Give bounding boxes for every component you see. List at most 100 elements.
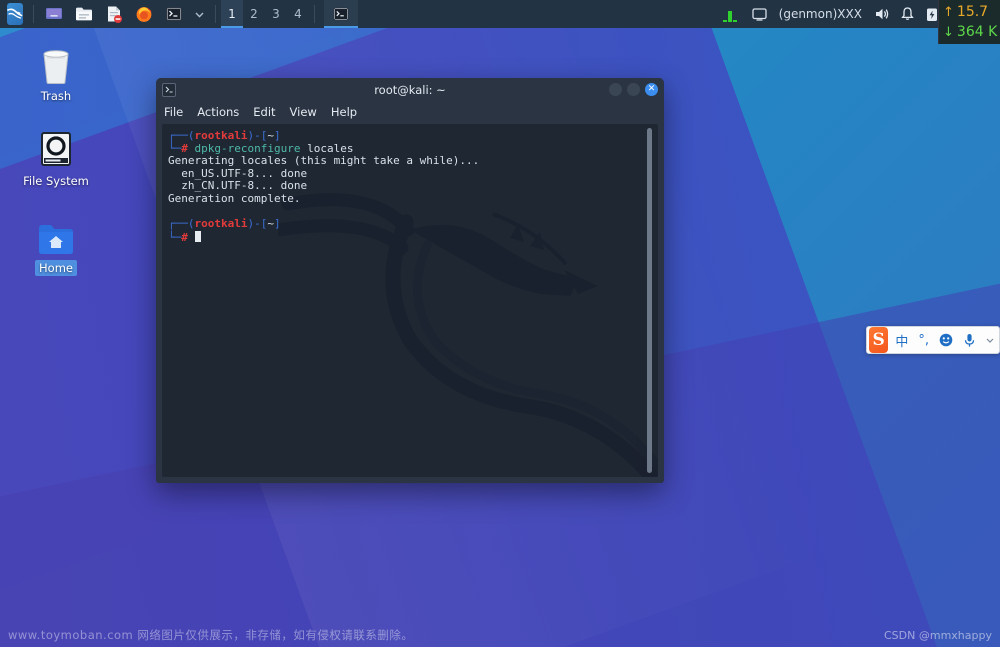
battery-icon: [926, 7, 938, 22]
menu-item-actions[interactable]: Actions: [197, 105, 239, 119]
terminal-window[interactable]: root@kali: ~ ✕ File Actions Edit View He…: [156, 78, 664, 483]
desktop-icon-label: Trash: [37, 88, 75, 104]
watermark-left: www.toymoban.com 网络图片仅供展示，非存储，如有侵权请联系删除。: [8, 627, 413, 643]
task-terminal[interactable]: [324, 0, 358, 28]
prompt-path: ~: [267, 129, 274, 142]
prompt2-hash: #: [181, 231, 188, 244]
terminal-scrollbar[interactable]: [647, 128, 652, 473]
terminal-command: dpkg-reconfigure: [195, 142, 301, 155]
output-line-0: Generating locales (this might take a wh…: [168, 154, 479, 167]
arrow-up-icon: ↑: [943, 5, 954, 20]
window-title: root@kali: ~: [156, 83, 664, 97]
workspace-3[interactable]: 3: [265, 0, 287, 28]
window-controls[interactable]: ✕: [609, 83, 658, 96]
desktop-icon-label: Home: [35, 260, 77, 276]
sogou-input-method-bar[interactable]: S 中 °,: [866, 326, 1000, 354]
window-task-list[interactable]: [324, 0, 358, 28]
prompt2-user: root: [195, 217, 222, 230]
terminal-output: ┌──(root㈟kali)-[~] └─# dpkg-reconfigure …: [168, 130, 634, 244]
maximize-button[interactable]: [627, 83, 640, 96]
terminal-body[interactable]: ┌──(root㈟kali)-[~] └─# dpkg-reconfigure …: [162, 124, 658, 477]
prompt2-paren-open: (: [188, 217, 195, 230]
output-line-2: zh_CN.UTF-8... done: [168, 179, 307, 192]
display-settings-icon: [44, 4, 64, 24]
speaker-icon[interactable]: [869, 0, 894, 28]
desktop-icon-home[interactable]: Home: [10, 212, 102, 276]
terminal-command-arg: locales: [307, 142, 353, 155]
firefox-icon: [134, 4, 154, 24]
watermark-right: CSDN @mmxhappy: [884, 629, 992, 642]
genmon-display-icon[interactable]: [747, 0, 772, 28]
prompt2-host: kali: [221, 217, 248, 230]
terminal-cursor: [195, 231, 201, 242]
hard-drive-icon: [10, 125, 102, 169]
menu-item-edit[interactable]: Edit: [253, 105, 275, 119]
prompt2-path: ~: [267, 217, 274, 230]
network-speed-popup[interactable]: ↑ 15.7 ↓ 364 K: [938, 0, 1000, 44]
prompt-branch-bottom: └─: [168, 142, 181, 155]
kali-dragon-icon: [7, 3, 23, 25]
workspace-4[interactable]: 4: [287, 0, 309, 28]
prompt-bracket-close: ]: [274, 129, 281, 142]
speaker-icon: [874, 7, 889, 21]
prompt-paren-open: (: [188, 129, 195, 142]
top-panel[interactable]: 1 2 3 4 (genmon)XXX: [0, 0, 1000, 28]
prompt-hash: #: [181, 142, 188, 155]
bell-icon[interactable]: [896, 0, 919, 28]
scrollbar-thumb[interactable]: [647, 128, 652, 473]
home-folder-icon: [10, 212, 102, 256]
genmon-label[interactable]: (genmon)XXX: [774, 0, 867, 28]
close-button[interactable]: ✕: [645, 83, 658, 96]
quicklaunch-more[interactable]: [189, 0, 210, 28]
quicklaunch-firefox[interactable]: [129, 0, 159, 28]
chinese-mode-toggle[interactable]: 中: [890, 331, 913, 350]
terminal-icon: [162, 83, 176, 97]
output-line-3: Generation complete.: [168, 192, 300, 205]
panel-separator: [33, 5, 34, 23]
quicklaunch-display[interactable]: [39, 0, 69, 28]
microphone-icon[interactable]: [958, 333, 981, 348]
terminal-menubar[interactable]: File Actions Edit View Help: [156, 101, 664, 123]
minimize-button[interactable]: [609, 83, 622, 96]
prompt2-bracket-close: ]: [274, 217, 281, 230]
terminal-icon: [164, 4, 184, 24]
prompt-host: kali: [221, 129, 248, 142]
prompt-dash: -: [254, 129, 261, 142]
quicklaunch-terminal[interactable]: [159, 0, 189, 28]
file-manager-icon: [74, 4, 94, 24]
prompt2-branch-bottom: └─: [168, 231, 181, 244]
desktop-icon-trash[interactable]: Trash: [10, 40, 102, 104]
download-value: 364 K: [957, 24, 997, 40]
punctuation-toggle[interactable]: °,: [913, 333, 934, 348]
menu-item-view[interactable]: View: [290, 105, 317, 119]
trash-icon: [10, 40, 102, 84]
panel-separator: [314, 5, 315, 23]
monitor-icon: [752, 8, 767, 21]
quicklaunch-file-manager[interactable]: [69, 0, 99, 28]
prompt-user: root: [195, 129, 222, 142]
bell-icon: [901, 7, 914, 21]
download-row: ↓ 364 K: [943, 22, 996, 42]
emoji-icon[interactable]: [934, 333, 958, 347]
terminal-titlebar[interactable]: root@kali: ~ ✕: [156, 78, 664, 101]
workspace-2[interactable]: 2: [243, 0, 265, 28]
kali-menu-button[interactable]: [2, 1, 28, 27]
chevron-down-icon: [194, 9, 205, 20]
text-editor-icon: [104, 4, 124, 24]
sogou-logo-icon[interactable]: S: [869, 327, 888, 353]
prompt2-dash: -: [254, 217, 261, 230]
prompt2-branch-top: ┌──: [168, 217, 188, 230]
menu-item-help[interactable]: Help: [331, 105, 357, 119]
terminal-icon: [331, 4, 351, 24]
network-graph-icon[interactable]: [719, 4, 745, 24]
desktop-icon-file-system[interactable]: File System: [10, 125, 102, 189]
output-line-1: en_US.UTF-8... done: [168, 167, 307, 180]
workspace-1[interactable]: 1: [221, 0, 243, 28]
upload-row: ↑ 15.7: [943, 2, 996, 22]
panel-separator: [215, 5, 216, 23]
quicklaunch-text-editor[interactable]: [99, 0, 129, 28]
sogou-more-icon[interactable]: [981, 335, 999, 345]
arrow-down-icon: ↓: [943, 25, 954, 40]
menu-item-file[interactable]: File: [164, 105, 183, 119]
upload-value: 15.7: [957, 4, 988, 20]
